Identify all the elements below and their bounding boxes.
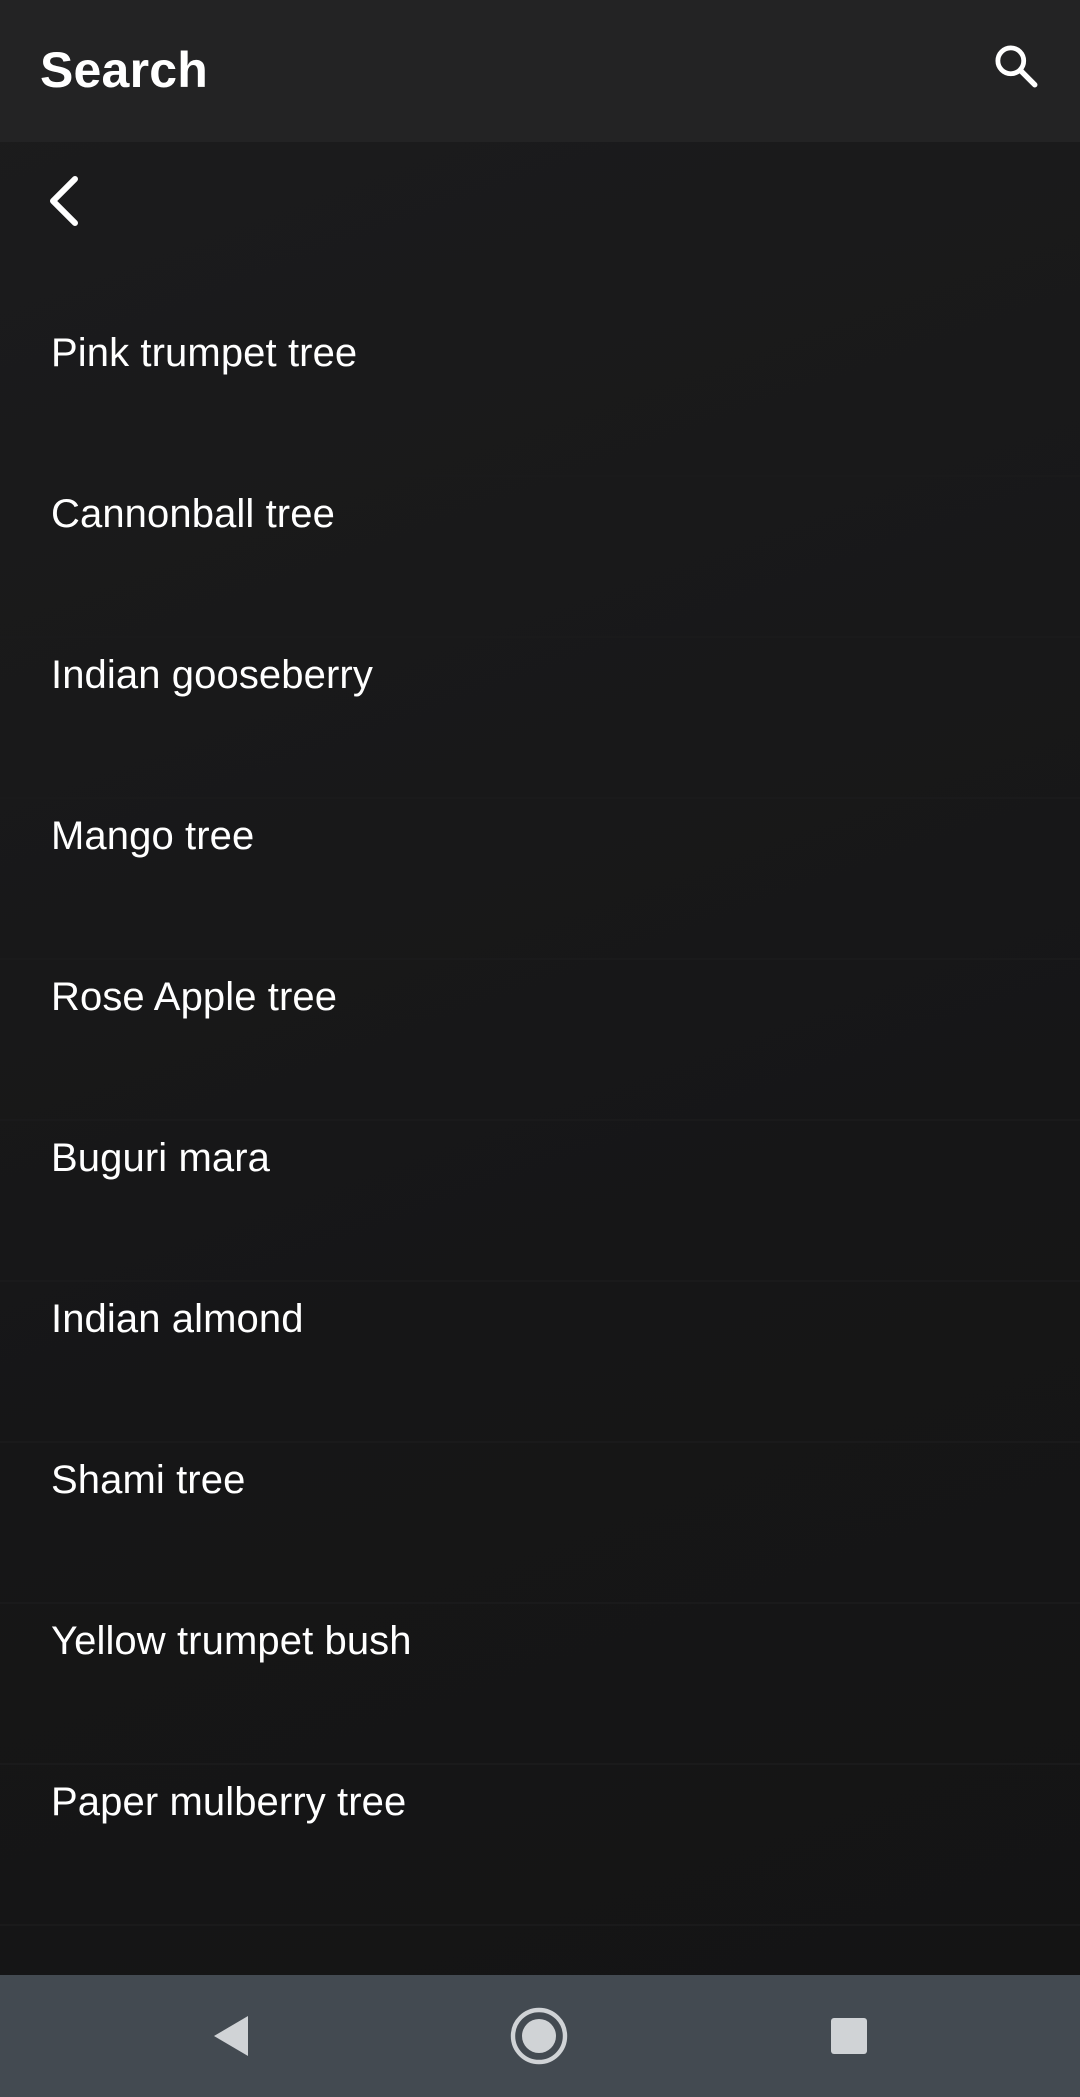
system-navigation-bar [0, 1975, 1080, 2097]
list-item-label: Cannonball tree [51, 492, 335, 536]
list-item-label: Pink trumpet tree [51, 331, 358, 375]
search-icon [995, 45, 1038, 88]
list-item[interactable]: Rose Apple tree [0, 960, 1080, 1121]
search-button[interactable] [986, 36, 1046, 96]
list-item-label: Buguri mara [51, 1136, 270, 1180]
system-home-button[interactable] [494, 1991, 584, 2081]
nav-recents-square-icon [831, 2018, 867, 2054]
back-button[interactable] [28, 166, 98, 236]
list-item[interactable]: Indian almond [0, 1282, 1080, 1443]
tree-list: Pink trumpet tree Cannonball tree Indian… [0, 316, 1080, 1926]
page-title: Search [40, 42, 208, 98]
list-item-label: Paper mulberry tree [51, 1780, 407, 1824]
list-item-label: Mango tree [51, 814, 255, 858]
list-item[interactable]: Paper mulberry tree [0, 1765, 1080, 1926]
list-item-label: Rose Apple tree [51, 975, 338, 1019]
list-item[interactable]: Indian gooseberry [0, 638, 1080, 799]
system-recents-button[interactable] [804, 1991, 894, 2081]
list-item[interactable]: Pink trumpet tree [0, 316, 1080, 477]
system-back-button[interactable] [185, 1991, 275, 2081]
list-item[interactable]: Yellow trumpet bush [0, 1604, 1080, 1765]
list-item-label: Indian almond [51, 1297, 304, 1341]
nav-home-circle-icon [510, 2007, 568, 2065]
list-item-label: Shami tree [51, 1458, 246, 1502]
list-item[interactable]: Cannonball tree [0, 477, 1080, 638]
list-item[interactable]: Buguri mara [0, 1121, 1080, 1282]
nav-back-triangle-icon [214, 2016, 248, 2056]
chevron-left-icon [50, 176, 78, 226]
list-item[interactable]: Shami tree [0, 1443, 1080, 1604]
list-item[interactable]: Mango tree [0, 799, 1080, 960]
app-bar: Search [0, 0, 1080, 142]
list-item-label: Indian gooseberry [51, 653, 373, 697]
list-item-label: Yellow trumpet bush [51, 1619, 412, 1663]
